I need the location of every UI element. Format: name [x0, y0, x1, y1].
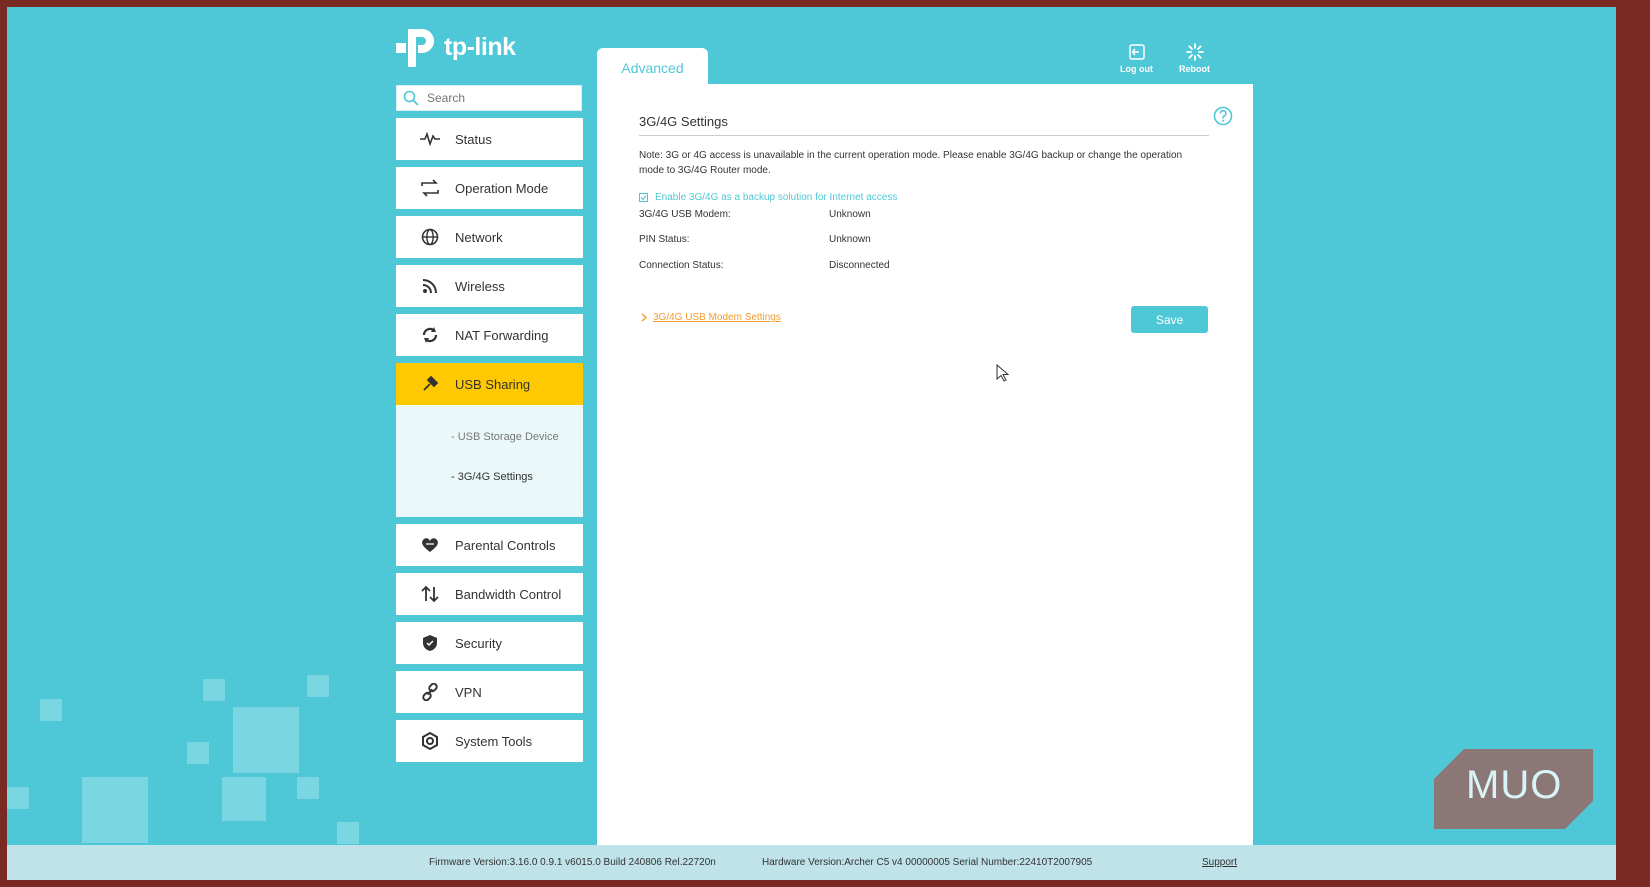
decor-block [187, 742, 209, 764]
decor-block [233, 707, 299, 773]
wifi-signal-icon [419, 275, 441, 297]
field-row-pin-status: PIN Status: Unknown [639, 234, 871, 245]
decor-block [203, 679, 225, 701]
title-divider [639, 135, 1209, 136]
modem-settings-link-text: 3G/4G USB Modem Settings [653, 312, 781, 323]
heart-hands-icon [419, 534, 441, 556]
sidebar-item-nat-forwarding[interactable]: NAT Forwarding [396, 314, 583, 356]
logout-label: Log out [1120, 64, 1153, 74]
support-link[interactable]: Support [1202, 857, 1237, 868]
tab-label: Advanced [621, 60, 684, 76]
chevron-right-icon [641, 313, 647, 322]
check-icon [640, 195, 647, 201]
reboot-label: Reboot [1179, 64, 1210, 74]
sidebar-item-system-tools[interactable]: System Tools [396, 720, 583, 762]
search-input[interactable] [425, 90, 569, 106]
decor-block [337, 822, 359, 844]
sidebar-item-bandwidth-control[interactable]: Bandwidth Control [396, 573, 583, 615]
usb-plug-icon [419, 373, 441, 395]
usb-sharing-submenu: - USB Storage Device - 3G/4G Settings [396, 405, 583, 517]
decor-block [40, 699, 62, 721]
sidebar-item-wireless[interactable]: Wireless [396, 265, 583, 307]
reboot-button[interactable]: Reboot [1179, 43, 1210, 74]
firmware-version: Firmware Version:3.16.0 0.9.1 v6015.0 Bu… [429, 857, 716, 868]
footer-bar: Firmware Version:3.16.0 0.9.1 v6015.0 Bu… [7, 845, 1616, 880]
backup-checkbox-row[interactable]: Enable 3G/4G as a backup solution for In… [639, 192, 897, 203]
field-row-connection-status: Connection Status: Disconnected [639, 260, 890, 271]
content-panel: 3G/4G Settings Note: 3G or 4G access is … [597, 84, 1253, 880]
sidebar-item-label: Status [455, 131, 492, 147]
sidebar-item-parental-controls[interactable]: Parental Controls [396, 524, 583, 566]
decor-block [307, 675, 329, 697]
sidebar-item-usb-sharing[interactable]: USB Sharing [396, 363, 583, 405]
muo-watermark-text: MUO [1466, 763, 1563, 807]
sidebar-item-label: USB Sharing [455, 376, 531, 392]
link-chain-icon [419, 681, 441, 703]
decor-block [297, 777, 319, 799]
logout-button[interactable]: Log out [1120, 43, 1153, 74]
mode-note: Note: 3G or 4G access is unavailable in … [639, 150, 1183, 176]
sidebar-item-vpn[interactable]: VPN [396, 671, 583, 713]
field-row-usb-modem: 3G/4G USB Modem: Unknown [639, 209, 871, 220]
decor-block [222, 777, 266, 821]
mouse-cursor-icon [996, 364, 1010, 382]
search-icon [403, 90, 419, 106]
field-value: Unknown [829, 234, 871, 245]
reboot-icon [1185, 43, 1204, 61]
backup-checkbox-label: Enable 3G/4G as a backup solution for In… [655, 192, 898, 203]
search-box [396, 85, 582, 111]
field-label: PIN Status: [639, 234, 690, 245]
sidebar-item-label: Network [455, 229, 503, 245]
decor-block [7, 787, 29, 809]
up-down-arrows-icon [419, 583, 441, 605]
modem-settings-link[interactable]: 3G/4G USB Modem Settings [641, 312, 781, 323]
sidebar-item-network[interactable]: Network [396, 216, 583, 258]
sidebar-item-label: Bandwidth Control [455, 586, 562, 602]
field-value: Disconnected [829, 260, 890, 271]
sidebar-item-label: Operation Mode [455, 180, 549, 196]
pulse-icon [419, 128, 441, 150]
sidebar-item-label: VPN [455, 684, 482, 700]
sidebar-item-label: Wireless [455, 278, 505, 294]
field-label: Connection Status: [639, 260, 724, 271]
shield-icon [419, 632, 441, 654]
sidebar-item-label: Parental Controls [455, 537, 556, 553]
logo-text: tp-link [444, 32, 516, 61]
field-label: 3G/4G USB Modem: [639, 209, 731, 220]
refresh-arrows-icon [419, 324, 441, 346]
tp-link-logo[interactable]: tp-link [396, 25, 516, 69]
sidebar-item-label: System Tools [455, 733, 533, 749]
gear-icon [419, 730, 441, 752]
submenu-item-usb-storage-device[interactable]: - USB Storage Device [451, 431, 559, 443]
hardware-version: Hardware Version:Archer C5 v4 00000005 S… [762, 857, 1093, 868]
sidebar-item-label: NAT Forwarding [455, 327, 549, 343]
sidebar-item-status[interactable]: Status [396, 118, 583, 160]
tp-link-logo-icon [396, 29, 434, 67]
submenu-item-3g4g-settings[interactable]: - 3G/4G Settings [451, 471, 533, 483]
field-value: Unknown [829, 209, 871, 220]
sidebar-menu: Status Operation Mode Network Wireless N… [396, 118, 583, 769]
logout-icon [1128, 44, 1145, 60]
swap-arrows-icon [419, 177, 441, 199]
sidebar-item-label: Security [455, 635, 502, 651]
save-button[interactable]: Save [1131, 306, 1208, 333]
page-title: 3G/4G Settings [639, 114, 728, 129]
help-icon[interactable] [1213, 106, 1233, 126]
backup-checkbox[interactable] [639, 193, 648, 202]
muo-watermark-logo: MUO [1434, 749, 1593, 829]
sidebar-item-security[interactable]: Security [396, 622, 583, 664]
app-window: tp-link Status Operation Mode Network [7, 7, 1616, 880]
globe-icon [419, 226, 441, 248]
decor-block [82, 777, 148, 843]
tab-advanced[interactable]: Advanced [597, 48, 708, 89]
sidebar-item-operation-mode[interactable]: Operation Mode [396, 167, 583, 209]
